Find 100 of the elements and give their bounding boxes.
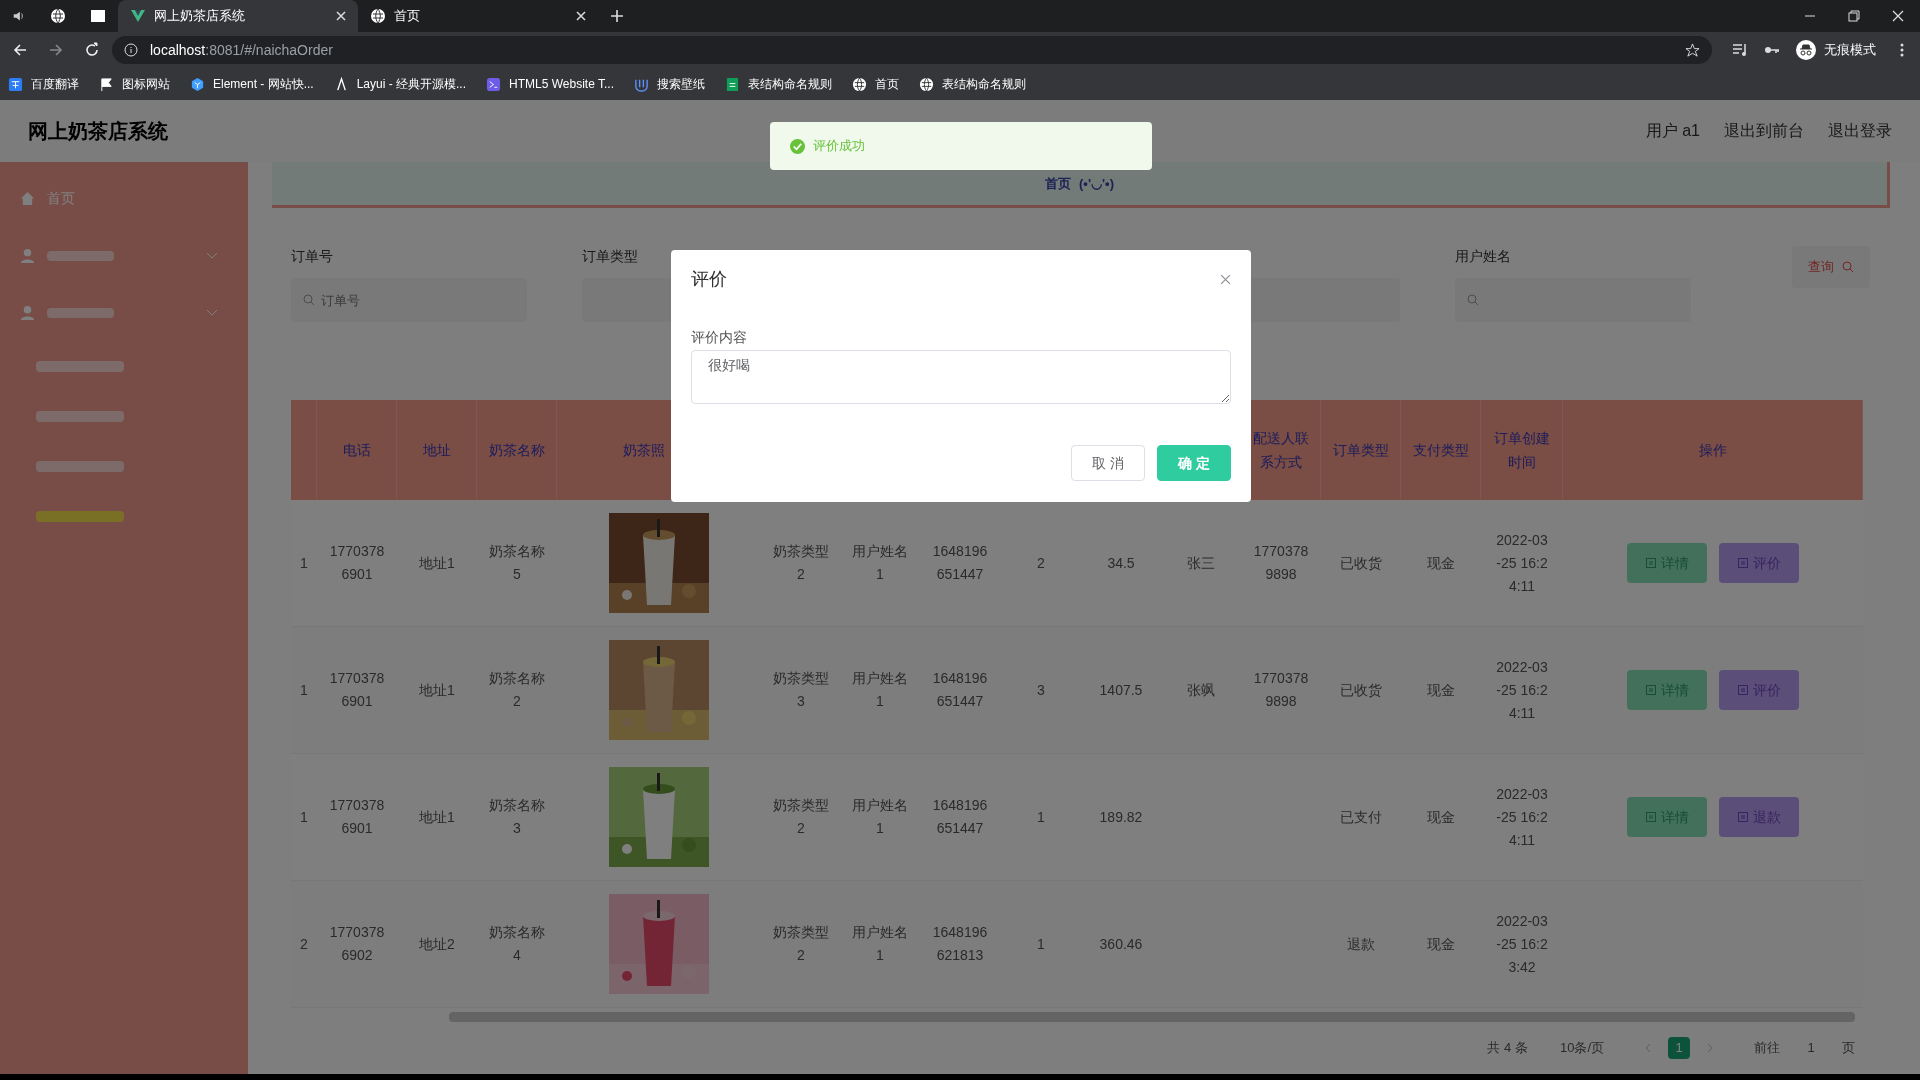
page-button[interactable]: 1 [1668, 1037, 1690, 1059]
cancel-button[interactable]: 取 消 [1071, 445, 1145, 481]
tab-title: 首页 [394, 7, 421, 26]
review-textarea[interactable]: 很好喝 [691, 350, 1231, 404]
bookmark[interactable]: 搜索壁纸 [634, 75, 705, 93]
document-icon [1645, 557, 1657, 569]
dialog-title: 评价 [691, 268, 727, 291]
table-cell-text: 2 [299, 934, 309, 954]
globe-icon [919, 76, 934, 92]
bookmark[interactable]: Layui - 经典开源模... [333, 75, 467, 93]
chevron-icon [206, 308, 218, 317]
table-cell-text: 189.82 [1098, 807, 1144, 827]
table-cell-text: 2022-03-25 16:24:11 [1495, 657, 1549, 723]
restore-icon[interactable] [1848, 10, 1860, 22]
bookmark[interactable]: 图标网站 [99, 75, 170, 93]
column-header[interactable]: 订单类型 [1332, 438, 1389, 462]
table-cell-text: 2022-03-25 16:23:42 [1495, 911, 1549, 977]
breadcrumb-link[interactable]: 首页 [1045, 173, 1071, 194]
table-cell-text: 1 [1036, 807, 1046, 827]
window-icon[interactable] [90, 9, 106, 23]
table-cell-text: 2 [1036, 553, 1046, 573]
header-link[interactable]: 退出到前台 [1724, 119, 1804, 143]
document-icon [1737, 557, 1749, 569]
column-header[interactable]: 电话 [328, 438, 385, 462]
browser-tab[interactable]: 网上奶茶店系统 [118, 0, 358, 32]
field-label: 订单号 [291, 247, 334, 266]
bookmark[interactable]: HTML5 Website T... [486, 75, 614, 93]
globe-icon [370, 8, 386, 24]
table-cell-text: 奶茶类型3 [772, 669, 830, 711]
column-header[interactable]: 配送人联系方式 [1252, 426, 1309, 474]
query-button[interactable]: 查询 [1792, 246, 1870, 288]
url-text: localhost:8081/#/naichaOrder [150, 40, 334, 60]
table-cell-text: 17703786901 [328, 796, 386, 838]
search-icon [1467, 294, 1479, 306]
total-count: 共 4 条 [1487, 1039, 1528, 1058]
success-icon [790, 138, 805, 154]
table-cell-text: 地址1 [418, 807, 456, 827]
table-cell-text: 张三 [1186, 553, 1216, 573]
table-cell-text: 360.46 [1098, 934, 1144, 954]
key-icon[interactable] [1764, 44, 1780, 56]
globe-icon[interactable] [50, 8, 66, 24]
field-label: 评价内容 [691, 328, 748, 347]
table-cell-text: 3 [1036, 680, 1046, 700]
table-cell-text: 2022-03-25 16:24:11 [1495, 530, 1549, 596]
table-cell-text: 1407.5 [1098, 680, 1144, 700]
success-toast: 评价成功 [770, 122, 1152, 170]
more-menu-icon[interactable] [1900, 43, 1904, 57]
forward-icon[interactable] [48, 42, 64, 58]
table-cell-text: 奶茶类型2 [772, 923, 830, 965]
search-field[interactable] [1455, 278, 1691, 322]
table-cell-text: 34.5 [1106, 553, 1136, 573]
incognito-icon [1796, 40, 1816, 60]
new-tab-icon[interactable] [610, 9, 624, 23]
table-cell-text: 奶茶类型2 [772, 796, 830, 838]
column-header[interactable]: 操作 [1698, 438, 1727, 462]
table-cell-text: 1 [299, 680, 309, 700]
star-icon[interactable] [1685, 42, 1700, 58]
table-cell-text: 用户姓名1 [851, 923, 909, 965]
page-size-select[interactable]: 10条/页 [1559, 1038, 1604, 1058]
table-cell-text: 现金 [1426, 934, 1456, 954]
table-cell-text: 地址2 [418, 934, 456, 954]
bookmark[interactable]: 百度翻译 [8, 75, 79, 93]
table-cell-text: 1648196651447 [931, 669, 989, 711]
header-link[interactable]: 退出登录 [1828, 119, 1892, 143]
back-icon[interactable] [12, 42, 28, 58]
scrollbar-thumb[interactable] [449, 1012, 1855, 1022]
search-field[interactable]: 订单号 [291, 278, 527, 322]
table-cell-text: 1648196651447 [931, 796, 989, 838]
globe-icon [852, 76, 867, 92]
vue-logo-icon [130, 8, 146, 24]
hexagon-icon [190, 76, 205, 92]
html-icon [486, 76, 502, 92]
table-cell-text: 现金 [1426, 553, 1456, 573]
column-header[interactable]: 地址 [408, 438, 465, 462]
column-header[interactable]: 订单创建时间 [1493, 426, 1550, 474]
table-cell-text: 已收货 [1339, 680, 1383, 700]
bookmark[interactable]: 表结构命名规则 [919, 75, 1026, 93]
bookmark[interactable]: Element - 网站快... [190, 75, 314, 93]
incognito-profile-button[interactable]: 无痕模式 [1792, 40, 1880, 60]
table-cell-text: 奶茶类型2 [772, 542, 830, 584]
bookmark[interactable]: 首页 [852, 75, 899, 93]
media-list-icon[interactable] [1732, 43, 1748, 57]
field-label: 用户姓名 [1455, 247, 1512, 266]
bookmark[interactable]: 表结构命名规则 [725, 75, 832, 93]
column-header[interactable]: 奶茶名称 [488, 438, 545, 462]
column-header[interactable]: 奶茶照 [623, 438, 665, 462]
confirm-button[interactable]: 确 定 [1157, 445, 1231, 481]
reload-icon[interactable] [84, 42, 100, 58]
page-input[interactable]: 1 [1796, 1038, 1826, 1058]
table-cell-text: 1648196651447 [931, 542, 989, 584]
speaker-icon[interactable] [12, 9, 26, 23]
table-cell-text: 退款 [1346, 934, 1376, 954]
info-icon [124, 43, 138, 57]
translate-icon [8, 76, 23, 92]
user-name[interactable]: 用户 a1 [1645, 119, 1700, 143]
column-header[interactable]: 支付类型 [1412, 438, 1469, 462]
table-cell-text: 奶茶名称2 [488, 669, 546, 711]
app-title: 网上奶茶店系统 [28, 119, 168, 144]
address-bar[interactable]: localhost:8081/#/naichaOrder [112, 36, 1712, 64]
table-cell-text: 已支付 [1339, 807, 1383, 827]
